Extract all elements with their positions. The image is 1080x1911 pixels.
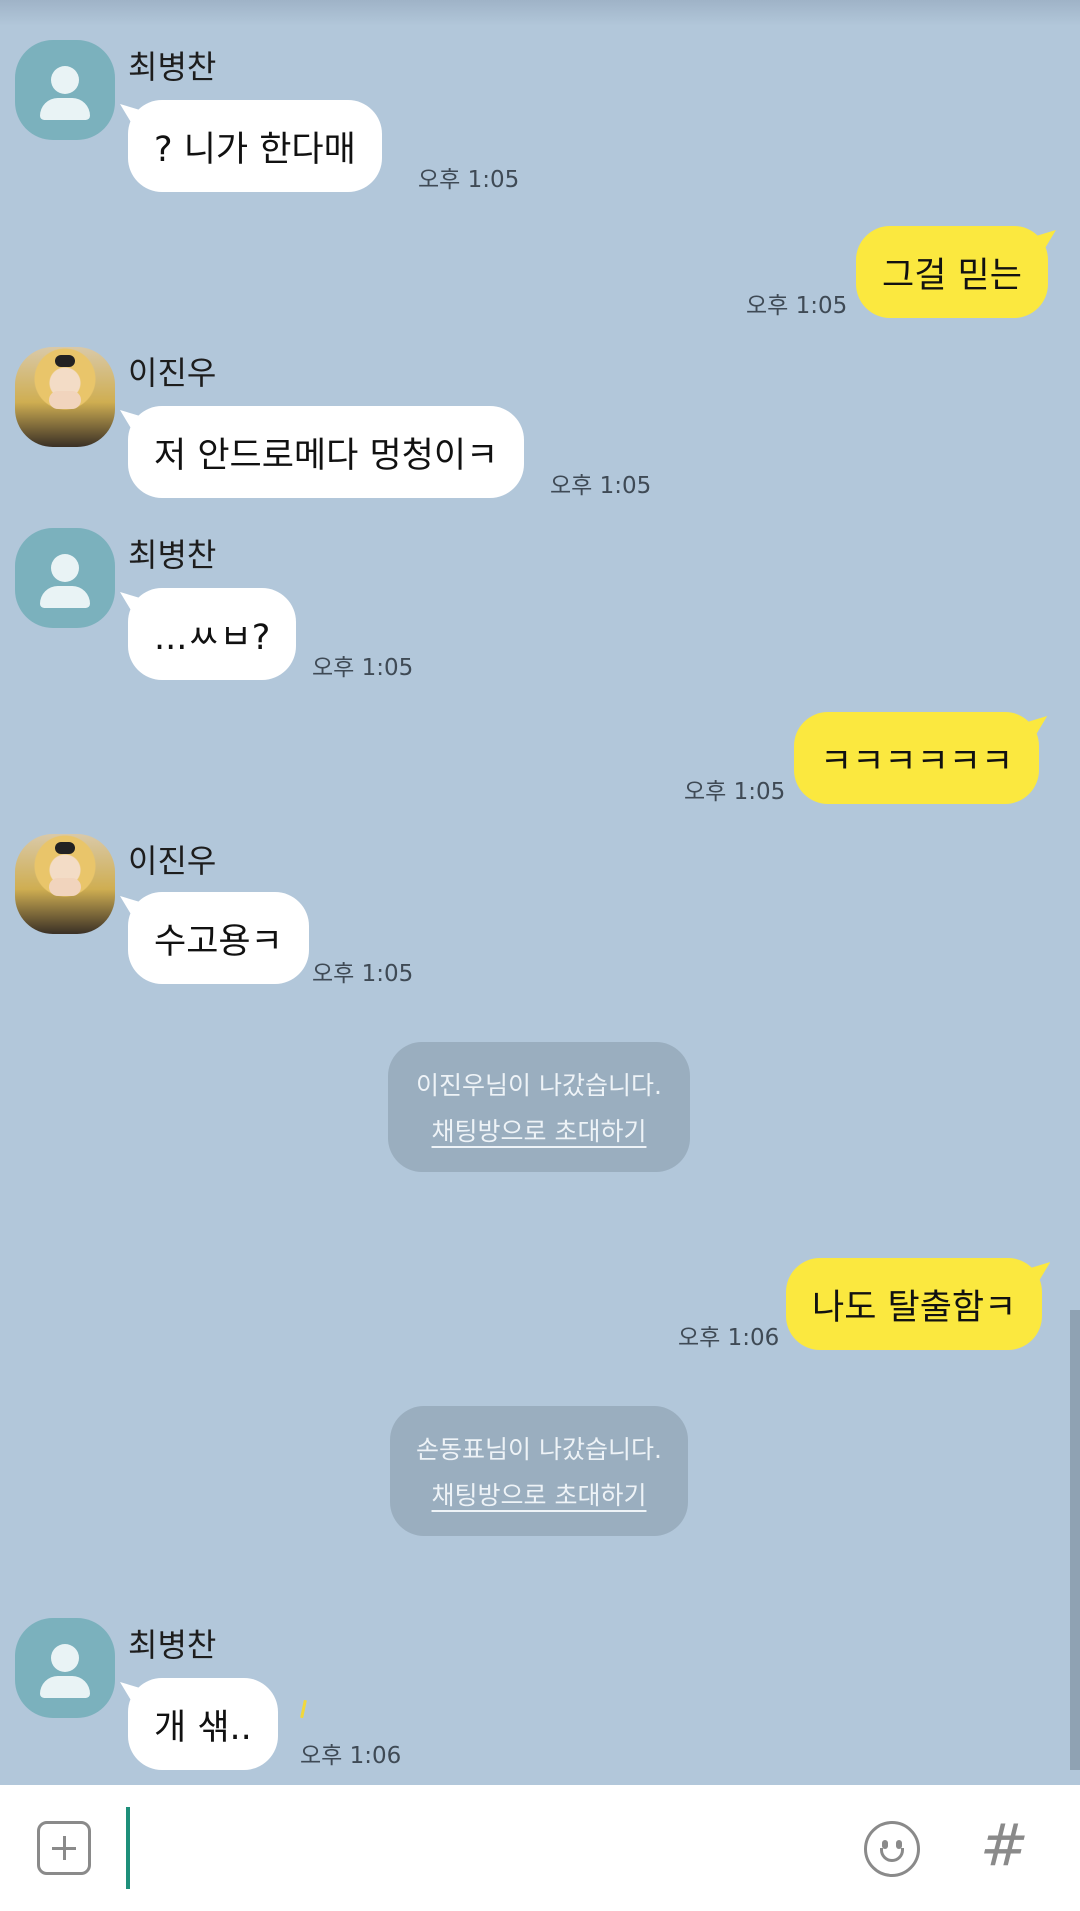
message-time: 오후 1:06 xyxy=(678,1325,780,1351)
message-input-bar: # xyxy=(0,1785,1080,1911)
invite-link[interactable]: 채팅방으로 초대하기 xyxy=(388,1112,690,1148)
smiley-icon[interactable] xyxy=(864,1821,920,1877)
sender-name: 이진우 xyxy=(128,842,217,880)
sender-name: 최병찬 xyxy=(128,48,217,86)
message-time: 오후 1:05 xyxy=(312,961,414,987)
invite-link[interactable]: 채팅방으로 초대하기 xyxy=(390,1476,688,1512)
person-icon xyxy=(51,1644,79,1672)
my-message-bubble[interactable]: 그걸 믿는 xyxy=(856,226,1048,318)
message-time: 오후 1:05 xyxy=(550,473,652,499)
chat-messages-area[interactable]: 최병찬 ? 니가 한다매 오후 1:05 오후 1:05 그걸 믿는 이진우 저… xyxy=(0,0,1080,1785)
avatar-photo[interactable] xyxy=(15,347,115,447)
message-bubble[interactable]: 저 안드로메다 멍청이ㅋ xyxy=(128,406,525,498)
system-notice: 손동표님이 나갔습니다. 채팅방으로 초대하기 xyxy=(390,1406,688,1536)
system-notice-text: 손동표님이 나갔습니다. xyxy=(416,1435,662,1464)
message-time: 오후 1:05 xyxy=(684,779,786,805)
avatar-default[interactable] xyxy=(15,40,115,140)
plus-square-icon[interactable] xyxy=(37,1821,91,1875)
read-indicator xyxy=(300,1699,307,1719)
message-bubble[interactable]: 개 샊.. xyxy=(128,1678,278,1770)
avatar-default[interactable] xyxy=(15,528,115,628)
avatar-photo[interactable] xyxy=(15,834,115,934)
person-icon xyxy=(51,66,79,94)
message-bubble[interactable]: ? 니가 한다매 xyxy=(128,100,382,192)
hash-icon[interactable]: # xyxy=(980,1811,1029,1879)
scrollbar[interactable] xyxy=(1070,1310,1080,1770)
message-bubble[interactable]: ...ㅆㅂ? xyxy=(128,588,297,680)
sender-name: 이진우 xyxy=(128,354,217,392)
message-time: 오후 1:05 xyxy=(418,167,520,193)
my-message-bubble[interactable]: ㅋㅋㅋㅋㅋㅋ xyxy=(794,712,1040,804)
message-input[interactable] xyxy=(126,1807,826,1889)
my-message-bubble[interactable]: 나도 탈출함ㅋ xyxy=(786,1258,1043,1350)
system-notice-text: 이진우님이 나갔습니다. xyxy=(416,1071,662,1100)
person-icon xyxy=(51,554,79,582)
message-time: 오후 1:05 xyxy=(746,293,848,319)
message-time: 오후 1:06 xyxy=(300,1743,402,1769)
system-notice: 이진우님이 나갔습니다. 채팅방으로 초대하기 xyxy=(388,1042,690,1172)
sender-name: 최병찬 xyxy=(128,536,217,574)
message-time: 오후 1:05 xyxy=(312,655,414,681)
avatar-default[interactable] xyxy=(15,1618,115,1718)
sender-name: 최병찬 xyxy=(128,1626,217,1664)
message-bubble[interactable]: 수고용ㅋ xyxy=(128,892,309,984)
